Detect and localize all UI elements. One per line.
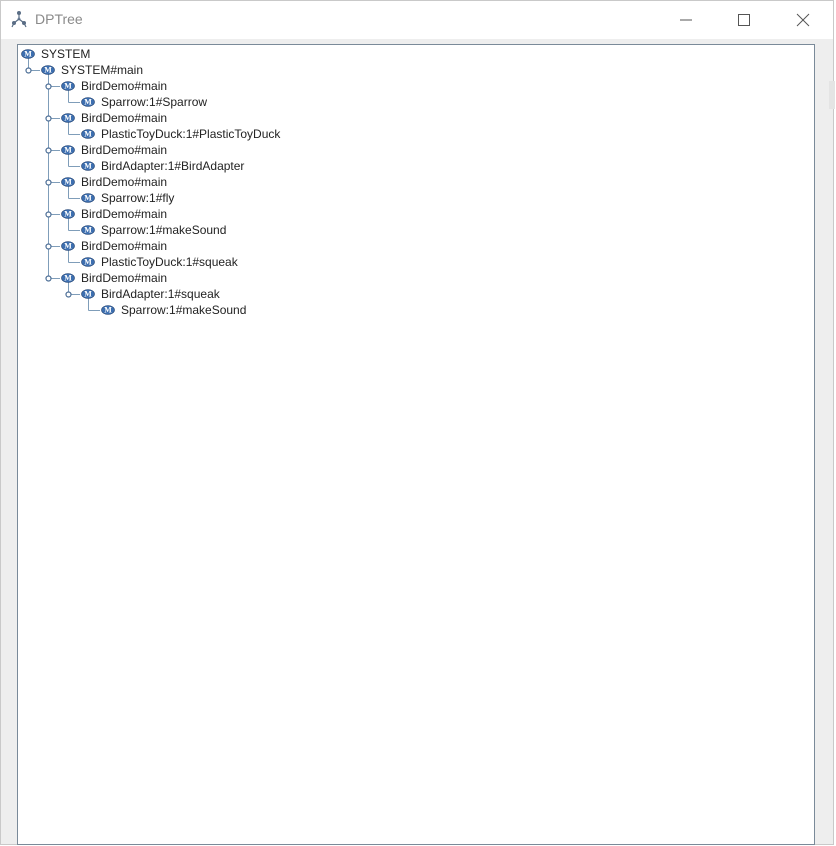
expanded-handle-icon[interactable] bbox=[25, 67, 32, 74]
tree-node-label: Sparrow:1#fly bbox=[101, 191, 175, 205]
title-bar[interactable]: DPTree bbox=[1, 1, 833, 39]
tree-node-label: BirdDemo#main bbox=[81, 79, 168, 93]
method-m-icon: M bbox=[81, 257, 95, 267]
tree-node[interactable]: M Sparrow:1#fly bbox=[81, 190, 174, 206]
method-m-icon: M bbox=[61, 273, 75, 283]
expanded-handle-icon[interactable] bbox=[65, 291, 72, 298]
expanded-handle-icon[interactable] bbox=[45, 243, 52, 250]
close-icon bbox=[796, 13, 810, 27]
tree-node-label: Sparrow:1#Sparrow bbox=[101, 95, 208, 109]
tree-node-label: Sparrow:1#makeSound bbox=[101, 223, 227, 237]
tree-node[interactable]: M Sparrow:1#makeSound bbox=[81, 222, 226, 238]
svg-text:M: M bbox=[84, 225, 92, 234]
svg-text:M: M bbox=[64, 241, 72, 250]
minimize-button[interactable] bbox=[657, 1, 715, 39]
tree-node[interactable]: M SYSTEM bbox=[21, 46, 90, 62]
method-m-icon: M bbox=[81, 193, 95, 203]
tree-node-label: BirdAdapter:1#squeak bbox=[101, 287, 220, 301]
method-m-icon: M bbox=[81, 225, 95, 235]
expanded-handle-icon[interactable] bbox=[45, 179, 52, 186]
svg-text:M: M bbox=[64, 273, 72, 282]
tree-view[interactable]: M SYSTEM M SYSTEM#main M BirdDemo#main M Sparro… bbox=[17, 44, 815, 845]
svg-text:M: M bbox=[84, 193, 92, 202]
tree-node[interactable]: M BirdDemo#main bbox=[61, 78, 167, 94]
svg-text:M: M bbox=[104, 305, 112, 314]
method-m-icon: M bbox=[21, 49, 35, 59]
window-resize-edge bbox=[829, 81, 835, 109]
expanded-handle-icon[interactable] bbox=[45, 147, 52, 154]
tree-node[interactable]: M BirdDemo#main bbox=[61, 174, 167, 190]
window-title: DPTree bbox=[35, 11, 83, 27]
tree-node-label: PlasticToyDuck:1#squeak bbox=[101, 255, 238, 269]
svg-text:M: M bbox=[64, 113, 72, 122]
tree-node[interactable]: M BirdAdapter:1#squeak bbox=[81, 286, 220, 302]
tree-node-label: BirdDemo#main bbox=[81, 239, 168, 253]
svg-text:M: M bbox=[64, 177, 72, 186]
method-m-icon: M bbox=[61, 113, 75, 123]
tree-node-label: BirdDemo#main bbox=[81, 175, 168, 189]
tree-node[interactable]: M BirdDemo#main bbox=[61, 238, 167, 254]
svg-text:M: M bbox=[84, 129, 92, 138]
tree-node[interactable]: M BirdDemo#main bbox=[61, 206, 167, 222]
tree-node-label: PlasticToyDuck:1#PlasticToyDuck bbox=[101, 127, 281, 141]
method-m-icon: M bbox=[81, 129, 95, 139]
maximize-icon bbox=[738, 14, 750, 26]
tree-node[interactable]: M BirdDemo#main bbox=[61, 142, 167, 158]
tree-node-label: SYSTEM bbox=[41, 47, 91, 61]
tree-node-label: BirdDemo#main bbox=[81, 207, 168, 221]
method-m-icon: M bbox=[61, 145, 75, 155]
tree-node-label: SYSTEM#main bbox=[61, 63, 144, 77]
expanded-handle-icon[interactable] bbox=[45, 83, 52, 90]
tree-node[interactable]: M Sparrow:1#makeSound bbox=[101, 302, 246, 318]
method-m-icon: M bbox=[81, 161, 95, 171]
close-button[interactable] bbox=[774, 1, 832, 39]
svg-text:M: M bbox=[24, 49, 32, 58]
method-m-icon: M bbox=[81, 289, 95, 299]
method-m-icon: M bbox=[101, 305, 115, 315]
svg-text:M: M bbox=[64, 81, 72, 90]
tree-node-label: BirdDemo#main bbox=[81, 271, 168, 285]
tree-node[interactable]: M BirdDemo#main bbox=[61, 270, 167, 286]
svg-text:M: M bbox=[84, 97, 92, 106]
tree-node[interactable]: M PlasticToyDuck:1#PlasticToyDuck bbox=[81, 126, 280, 142]
svg-text:M: M bbox=[84, 257, 92, 266]
svg-text:M: M bbox=[64, 209, 72, 218]
tree-node[interactable]: M SYSTEM#main bbox=[41, 62, 143, 78]
svg-text:M: M bbox=[44, 65, 52, 74]
svg-text:M: M bbox=[64, 145, 72, 154]
tree-node[interactable]: M PlasticToyDuck:1#squeak bbox=[81, 254, 238, 270]
method-m-icon: M bbox=[41, 65, 55, 75]
expanded-handle-icon[interactable] bbox=[45, 211, 52, 218]
method-m-icon: M bbox=[81, 97, 95, 107]
tree-node[interactable]: M BirdDemo#main bbox=[61, 110, 167, 126]
tree-node[interactable]: M BirdAdapter:1#BirdAdapter bbox=[81, 158, 244, 174]
expanded-handle-icon[interactable] bbox=[45, 275, 52, 282]
tree-structure-icon bbox=[11, 11, 27, 28]
svg-text:M: M bbox=[84, 289, 92, 298]
tree-node[interactable]: M Sparrow:1#Sparrow bbox=[81, 94, 207, 110]
method-m-icon: M bbox=[61, 177, 75, 187]
method-m-icon: M bbox=[61, 81, 75, 91]
tree-node-label: BirdDemo#main bbox=[81, 143, 168, 157]
maximize-button[interactable] bbox=[715, 1, 773, 39]
tree-node-label: Sparrow:1#makeSound bbox=[121, 303, 247, 317]
tree-node-label: BirdAdapter:1#BirdAdapter bbox=[101, 159, 245, 173]
expanded-handle-icon[interactable] bbox=[45, 115, 52, 122]
tree-node-label: BirdDemo#main bbox=[81, 111, 168, 125]
method-m-icon: M bbox=[61, 241, 75, 251]
method-m-icon: M bbox=[61, 209, 75, 219]
minimize-icon bbox=[680, 19, 692, 21]
svg-text:M: M bbox=[84, 161, 92, 170]
dptree-window: DPTree M SYSTEM M SYSTEM#main M BirdDemo#main… bbox=[0, 0, 835, 845]
